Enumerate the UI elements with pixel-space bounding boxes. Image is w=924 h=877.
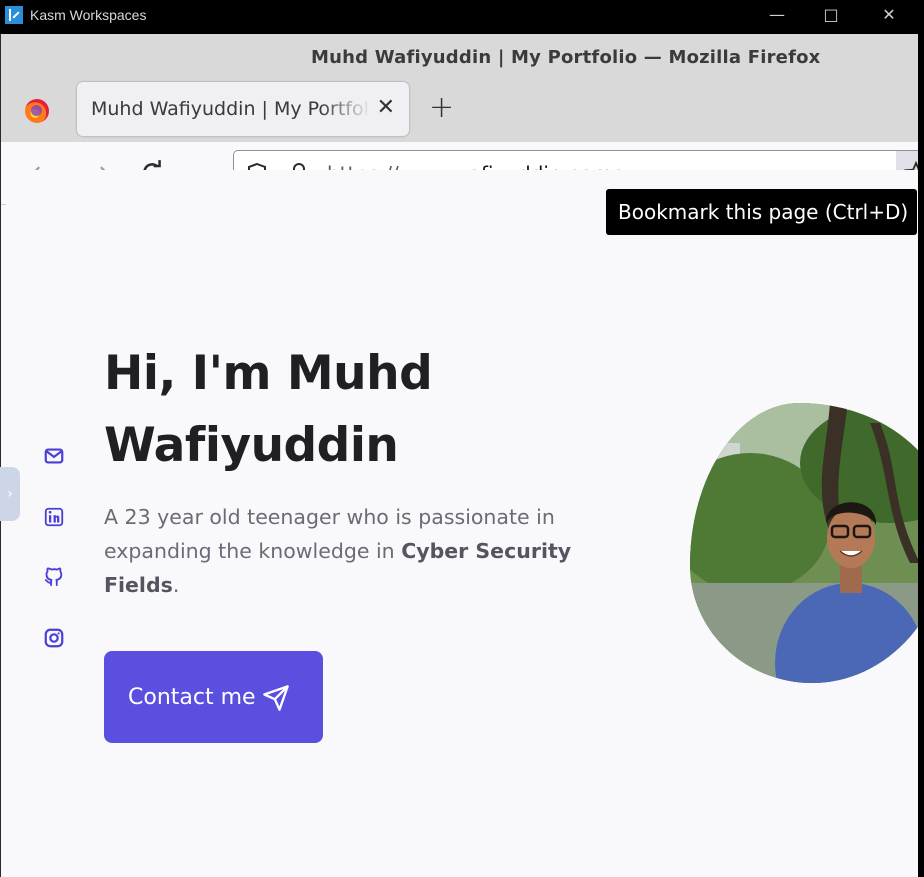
send-icon [262,685,289,711]
maximize-icon[interactable]: □ [808,0,854,30]
kasm-title: Kasm Workspaces [30,7,147,23]
kasm-titlebar: Kasm Workspaces — □ ✕ [0,0,924,30]
sidebar-expand-handle[interactable]: › [0,467,20,521]
hero-description: A 23 year old teenager who is passionate… [104,505,572,597]
mail-icon[interactable] [43,445,65,467]
profile-photo-illustration [690,403,924,683]
hero-title: Hi, I'm Muhd Wafiyuddin [104,346,433,473]
contact-me-button[interactable]: Contact me [104,651,323,743]
linkedin-icon[interactable] [43,506,65,528]
new-tab-icon[interactable]: + [429,93,454,123]
firefox-logo-icon[interactable] [25,99,49,123]
github-icon[interactable] [43,565,65,587]
close-window-icon[interactable]: ✕ [866,0,912,30]
window-edge [918,34,924,877]
instagram-icon[interactable] [43,627,65,649]
bookmark-tooltip: Bookmark this page (Ctrl+D) [606,189,917,235]
profile-photo [690,403,924,683]
firefox-titlebar: Muhd Wafiyuddin | My Portfolio — Mozilla… [1,34,919,78]
tab-close-icon[interactable]: ✕ [377,95,395,121]
tab-label: Muhd Wafiyuddin | My Portfolio [91,98,371,120]
tab-portfolio[interactable]: Muhd Wafiyuddin | My Portfolio ✕ [77,82,409,136]
kasm-logo-icon [5,6,23,24]
tab-strip: Muhd Wafiyuddin | My Portfolio ✕ + [1,78,919,142]
minimize-icon[interactable]: — [754,0,800,30]
window-title: Muhd Wafiyuddin | My Portfolio — Mozilla… [311,47,821,68]
